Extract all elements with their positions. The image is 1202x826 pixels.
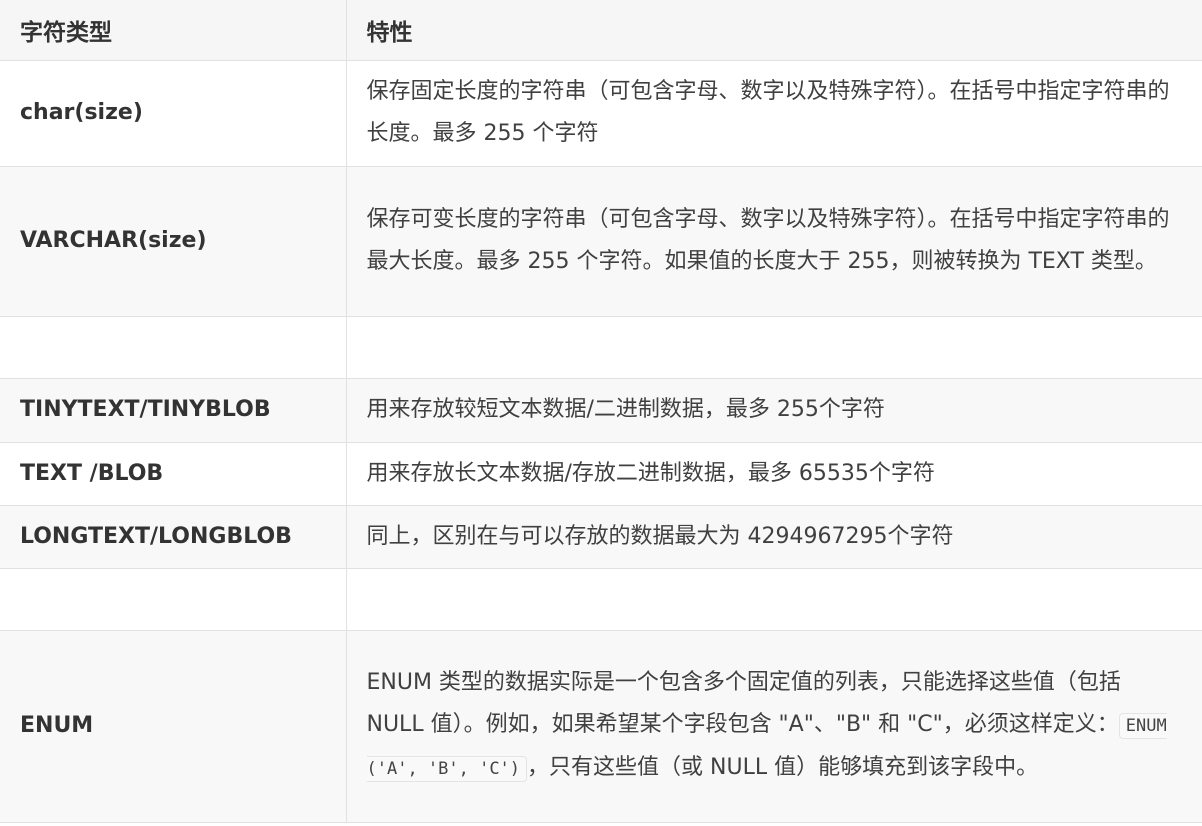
type-description: 同上，区别在与可以存放的数据最大为 4294967295个字符	[345, 505, 1202, 569]
table-header-row: 字符类型 特性	[0, 0, 1202, 61]
table-row: char(size) 保存固定长度的字符串（可包含字母、数字以及特殊字符）。在括…	[0, 60, 1202, 167]
table-row: TINYTEXT/TINYBLOB 用来存放较短文本数据/二进制数据，最多 25…	[0, 378, 1202, 443]
header-features: 特性	[345, 0, 1202, 61]
type-name	[0, 316, 346, 379]
type-name: TINYTEXT/TINYBLOB	[0, 378, 346, 443]
type-description: ENUM 类型的数据实际是一个包含多个固定值的列表，只能选择这些值（包括 NUL…	[345, 630, 1202, 823]
table-row-empty	[0, 316, 1202, 379]
type-name	[0, 568, 346, 631]
type-description: 保存固定长度的字符串（可包含字母、数字以及特殊字符）。在括号中指定字符串的长度。…	[345, 60, 1202, 167]
table-row: TEXT /BLOB 用来存放长文本数据/存放二进制数据，最多 65535个字符	[0, 442, 1202, 506]
table-row-empty	[0, 568, 1202, 631]
type-description	[345, 316, 1202, 379]
type-description: 用来存放长文本数据/存放二进制数据，最多 65535个字符	[345, 442, 1202, 506]
header-type: 字符类型	[0, 0, 346, 61]
type-name: VARCHAR(size)	[0, 166, 346, 317]
type-name: ENUM	[0, 630, 346, 823]
type-description: 用来存放较短文本数据/二进制数据，最多 255个字符	[345, 378, 1202, 443]
table-row: LONGTEXT/LONGBLOB 同上，区别在与可以存放的数据最大为 4294…	[0, 505, 1202, 569]
enum-desc-after: ，只有这些值（或 NULL 值）能够填充到该字段中。	[527, 755, 1039, 780]
enum-desc-before: ENUM 类型的数据实际是一个包含多个固定值的列表，只能选择这些值（包括 NUL…	[366, 670, 1121, 737]
table-row: VARCHAR(size) 保存可变长度的字符串（可包含字母、数字以及特殊字符）…	[0, 166, 1202, 317]
data-types-table: 字符类型 特性 char(size) 保存固定长度的字符串（可包含字母、数字以及…	[0, 0, 1202, 823]
type-name: TEXT /BLOB	[0, 442, 346, 506]
type-description	[345, 568, 1202, 631]
type-name: LONGTEXT/LONGBLOB	[0, 505, 346, 569]
type-name: char(size)	[0, 60, 346, 167]
table-row: ENUM ENUM 类型的数据实际是一个包含多个固定值的列表，只能选择这些值（包…	[0, 630, 1202, 823]
type-description: 保存可变长度的字符串（可包含字母、数字以及特殊字符）。在括号中指定字符串的最大长…	[345, 166, 1202, 317]
